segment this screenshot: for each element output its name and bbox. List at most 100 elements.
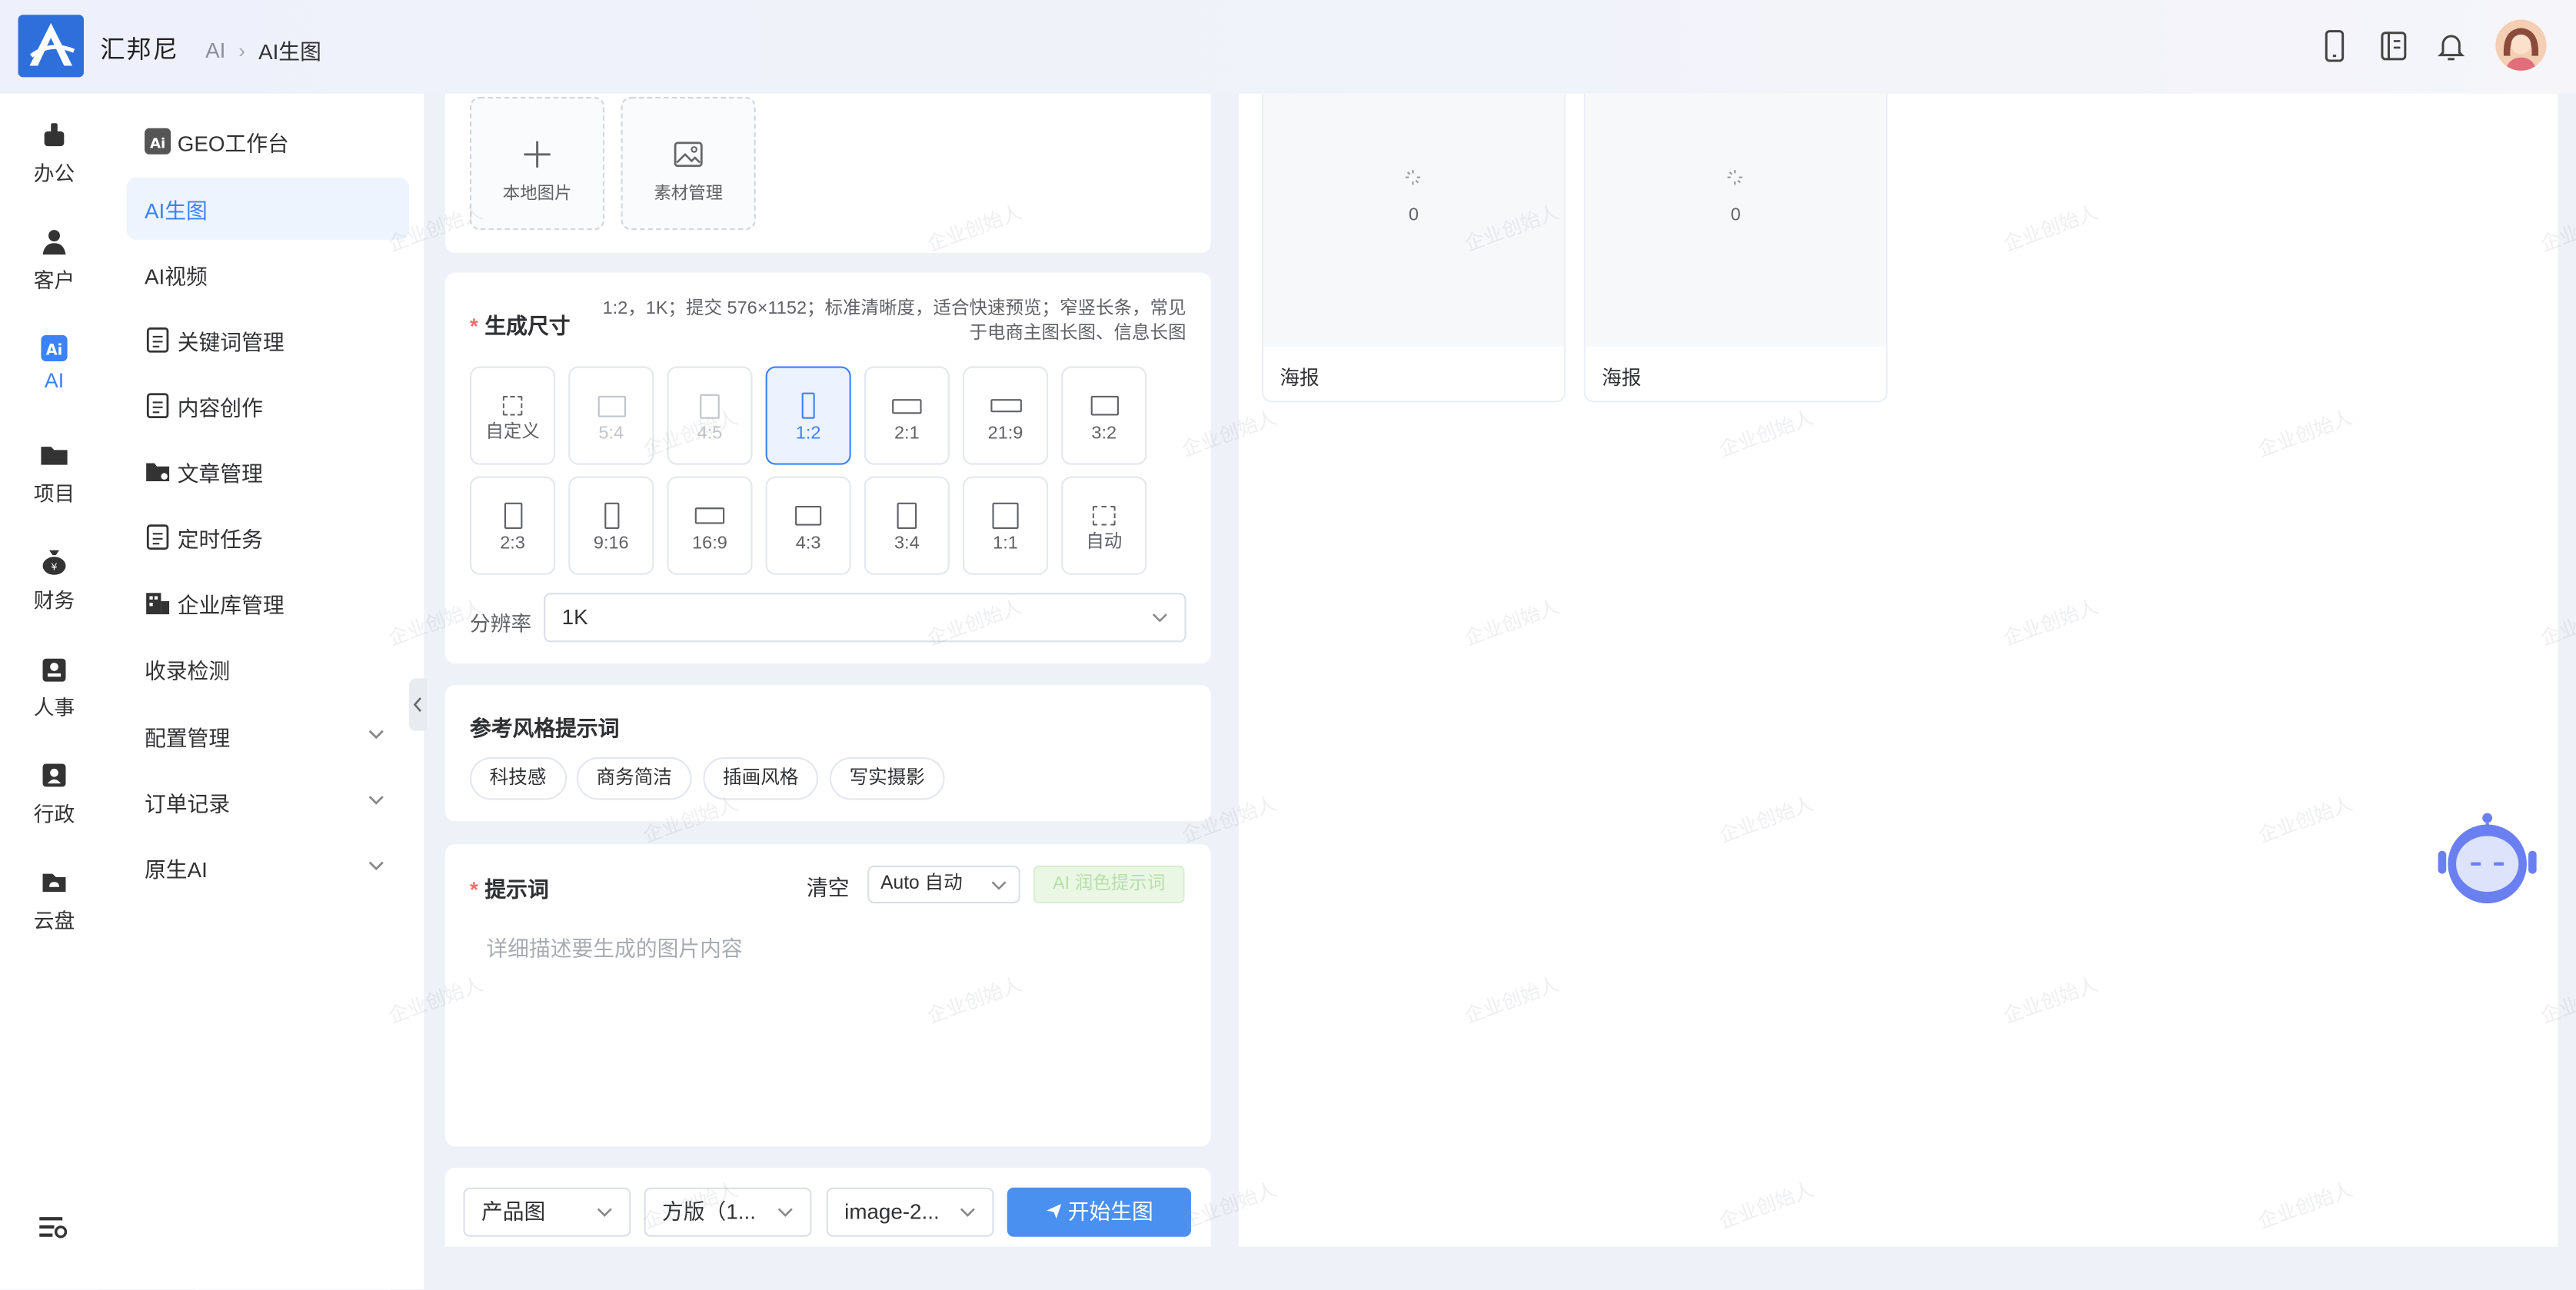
nav-article-management[interactable]: 文章管理 xyxy=(127,441,409,503)
nav-content-creation[interactable]: 内容创作 xyxy=(127,374,409,437)
result-caption: 海报 xyxy=(1602,366,1642,390)
rail-item-office[interactable]: 办公 xyxy=(0,120,108,188)
nav-scheduled-tasks[interactable]: 定时任务 xyxy=(127,506,409,568)
result-card[interactable]: 0 海报 xyxy=(1261,93,1566,403)
material-management-upload[interactable]: 素材管理 xyxy=(621,97,756,231)
admin-id-icon xyxy=(42,763,66,787)
mobile-icon[interactable] xyxy=(2316,28,2352,64)
ratio-option[interactable]: 5:4 xyxy=(568,366,654,465)
rail-item-ai[interactable]: Ai AI xyxy=(0,334,108,393)
rail-label: 云盘 xyxy=(33,909,75,933)
nav-config-management[interactable]: 配置管理 xyxy=(127,705,409,767)
bell-icon[interactable] xyxy=(2433,28,2469,64)
breadcrumb: AI › AI生图 xyxy=(205,35,321,66)
ratio-label: 3:4 xyxy=(894,534,920,554)
rail-label: 项目 xyxy=(33,483,75,507)
ratio-option[interactable]: 4:5 xyxy=(667,366,753,465)
image-type-select[interactable]: 产品图 xyxy=(463,1187,631,1237)
ratio-option[interactable]: 2:1 xyxy=(864,366,950,465)
rail-item-cloud[interactable]: 云盘 xyxy=(0,867,108,935)
nav-geo-workbench[interactable]: Ai GEO工作台 xyxy=(127,110,409,172)
ratio-label: 4:5 xyxy=(697,424,723,444)
nav-keyword-management[interactable]: 关键词管理 xyxy=(127,309,409,371)
ai-polish-button[interactable]: AI 润色提示词 xyxy=(1033,865,1185,904)
style-tag-illustration[interactable]: 插画风格 xyxy=(703,756,818,800)
style-tag-photo[interactable]: 写实摄影 xyxy=(829,756,945,800)
prompt-title-text: 提示词 xyxy=(484,876,549,902)
rail-label: AI xyxy=(44,369,65,393)
ratio-option[interactable]: 自定义 xyxy=(470,366,556,465)
ratio-label: 2:1 xyxy=(894,424,920,444)
chevron-down-icon xyxy=(368,730,384,740)
nav-order-records[interactable]: 订单记录 xyxy=(127,770,409,833)
plus-icon xyxy=(524,141,551,168)
sub-nav: Ai GEO工作台 AI生图 AI视频 关键词管理 内容创作 文章管理 定时任务… xyxy=(108,93,424,1290)
ratio-option[interactable]: 1:2 xyxy=(765,366,851,465)
ratio-option[interactable]: 9:16 xyxy=(568,476,654,575)
size-title: * 生成尺寸 xyxy=(470,309,570,341)
ratio-option[interactable]: 4:3 xyxy=(765,476,851,575)
nav-ai-video[interactable]: AI视频 xyxy=(127,243,409,305)
rail-item-admin[interactable]: 行政 xyxy=(0,760,108,828)
rail-item-customer[interactable]: 客户 xyxy=(0,227,108,294)
ratio-shape-icon xyxy=(503,502,522,529)
ratio-label: 1:1 xyxy=(993,534,1018,554)
ratio-shape-icon xyxy=(1092,506,1116,526)
ratio-shape-icon xyxy=(992,502,1019,529)
ratio-option[interactable]: 3:4 xyxy=(864,476,950,575)
ratio-option[interactable]: 16:9 xyxy=(667,476,753,575)
ratio-option[interactable]: 1:1 xyxy=(962,476,1049,575)
user-avatar[interactable] xyxy=(2495,19,2547,71)
settings-list-icon[interactable] xyxy=(38,1214,68,1240)
nav-label: 关键词管理 xyxy=(177,329,285,354)
chevron-down-icon xyxy=(960,1208,975,1217)
nav-indexing-check[interactable]: 收录检测 xyxy=(127,637,409,700)
sidebar-collapse-toggle[interactable] xyxy=(408,678,428,731)
nav-native-ai[interactable]: 原生AI xyxy=(127,836,409,898)
nav-label: 订单记录 xyxy=(145,790,231,816)
style-tag-business[interactable]: 商务简洁 xyxy=(576,756,692,800)
notebook-icon[interactable] xyxy=(2375,28,2411,64)
ai-assistant-robot-icon[interactable] xyxy=(2438,808,2537,906)
nav-ai-image[interactable]: AI生图 xyxy=(126,177,409,240)
local-image-upload[interactable]: 本地图片 xyxy=(470,97,605,231)
result-count: 0 xyxy=(1408,205,1419,225)
style-tag-tech[interactable]: 科技感 xyxy=(470,756,567,800)
rail-item-hr[interactable]: 人事 xyxy=(0,653,108,721)
breadcrumb-ai[interactable]: AI xyxy=(205,38,225,62)
result-card[interactable]: 0 海报 xyxy=(1583,93,1888,403)
prompt-textarea[interactable]: 详细描述要生成的图片内容 xyxy=(486,931,742,963)
prompt-mode-value: Auto 自动 xyxy=(880,873,963,894)
nav-label: 内容创作 xyxy=(177,394,263,420)
rail-item-finance[interactable]: ¥ 财务 xyxy=(0,547,108,614)
nav-enterprise-library[interactable]: 企业库管理 xyxy=(127,572,409,634)
document-icon xyxy=(146,393,169,419)
svg-text:Ai: Ai xyxy=(150,135,165,151)
clear-button[interactable]: 清空 xyxy=(807,870,850,902)
rail-label: 客户 xyxy=(33,269,75,293)
ratio-option[interactable]: 3:2 xyxy=(1061,366,1147,465)
breadcrumb-current: AI生图 xyxy=(258,39,321,65)
cloud-disk-icon xyxy=(42,873,66,893)
chevron-down-icon xyxy=(991,881,1007,890)
start-generate-button[interactable]: 开始生图 xyxy=(1007,1187,1191,1237)
chevron-left-icon xyxy=(413,697,421,712)
resolution-select[interactable]: 1K xyxy=(544,593,1186,643)
chevron-down-icon xyxy=(1152,613,1167,623)
image-type-value: 产品图 xyxy=(481,1199,546,1224)
app-logo[interactable] xyxy=(18,15,84,78)
svg-text:¥: ¥ xyxy=(51,561,57,573)
ratio-option[interactable]: 21:9 xyxy=(962,366,1049,465)
ratio-option[interactable]: 自动 xyxy=(1061,476,1147,575)
prompt-mode-select[interactable]: Auto 自动 xyxy=(867,865,1020,904)
rail-item-project[interactable]: 项目 xyxy=(0,441,108,508)
document-icon xyxy=(146,327,169,353)
model-select[interactable]: image-2... xyxy=(826,1187,994,1237)
ratio-label: 16:9 xyxy=(692,534,727,554)
folder-settings-icon xyxy=(146,463,170,481)
ratio-option[interactable]: 2:3 xyxy=(470,476,556,575)
required-mark: * xyxy=(470,314,478,339)
ratio-label: 4:3 xyxy=(795,534,821,554)
size-title-text: 生成尺寸 xyxy=(484,314,571,339)
format-select[interactable]: 方版（1... xyxy=(644,1187,812,1237)
